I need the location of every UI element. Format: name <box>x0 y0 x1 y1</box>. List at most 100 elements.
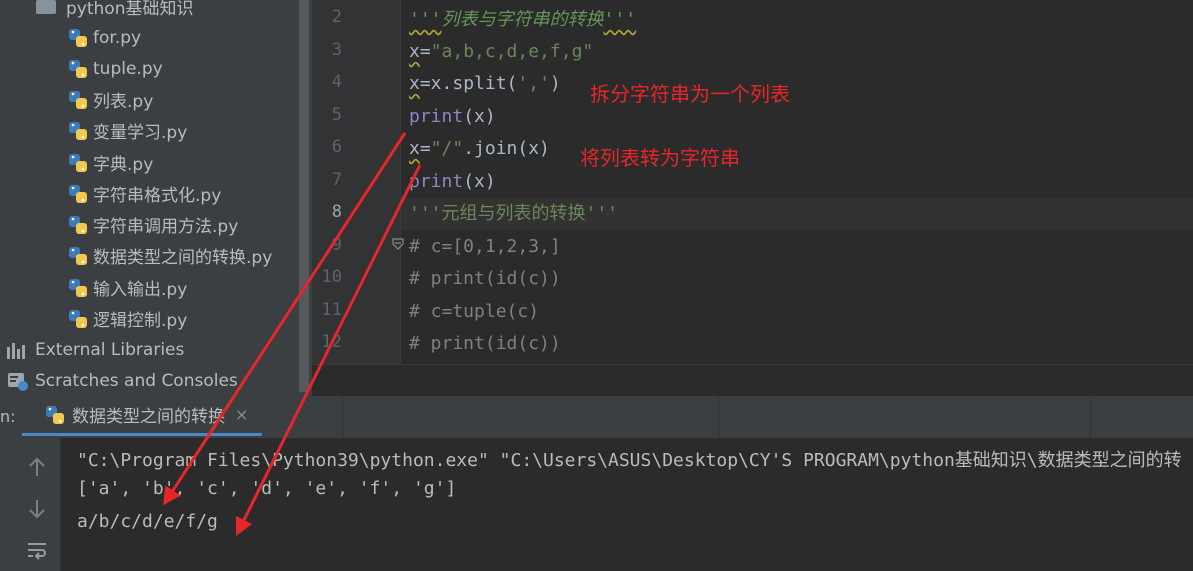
file-label: 数据类型之间的转换.py <box>93 248 273 268</box>
file-item[interactable]: 列表.py <box>67 84 153 115</box>
line-number: 10 <box>321 267 342 287</box>
editor-breadcrumb-bar <box>312 364 1193 397</box>
fold-icon[interactable] <box>392 238 404 250</box>
line-number: 11 <box>321 300 342 320</box>
code-editor[interactable]: 2 3 4 5 6 7 8 9 10 11 12 '''列表与字符串的转换'''… <box>312 0 1193 364</box>
file-label: tuple.py <box>93 58 163 79</box>
file-item[interactable]: 逻辑控制.py <box>67 303 187 334</box>
python-icon <box>46 405 64 424</box>
libraries-icon <box>7 341 29 359</box>
code-line-8: '''元组与列表的转换''' <box>409 203 619 224</box>
code-token: (x) <box>463 106 496 127</box>
scratches-icon <box>8 372 28 391</box>
line-number: 12 <box>321 332 342 352</box>
docstring-text: 列表与字符串的转换 <box>441 9 604 30</box>
variable-token: x <box>409 73 420 94</box>
run-label: n: <box>0 407 16 426</box>
file-label: 字符串调用方法.py <box>93 217 239 237</box>
string-token: "a,b,c,d,e,f,g" <box>430 41 594 62</box>
scratches-node[interactable]: Scratches and Consoles <box>7 365 238 396</box>
file-label: for.py <box>93 27 142 48</box>
code-line-5: print(x) <box>409 101 496 133</box>
external-libraries-node[interactable]: External Libraries <box>7 334 184 365</box>
scratches-label: Scratches and Consoles <box>35 370 238 391</box>
python-file-icon <box>69 246 87 265</box>
operator-token: = <box>419 41 431 62</box>
tree-scrollbar[interactable] <box>299 0 309 392</box>
split-annotation: 拆分字符串为一个列表 <box>590 82 790 106</box>
file-item[interactable]: 变量学习.py <box>67 115 187 146</box>
run-toolbar <box>0 438 61 571</box>
console-line: ['a', 'b', 'c', 'd', 'e', 'f', 'g'] <box>77 478 457 499</box>
file-label: 字典.py <box>93 155 154 175</box>
code-line-2: '''列表与字符串的转换''' <box>409 4 636 36</box>
variable-token: x <box>409 41 420 62</box>
operator-token: = <box>419 138 431 159</box>
tab-divider <box>718 396 719 438</box>
code-line-3: x="a,b,c,d,e,f,g" <box>409 36 593 68</box>
python-file-icon <box>69 309 87 328</box>
folder-icon <box>36 0 56 14</box>
python-file-icon <box>69 184 87 203</box>
scroll-up-icon[interactable] <box>24 454 50 480</box>
file-item[interactable]: 字符串调用方法.py <box>67 209 238 240</box>
console-output[interactable]: "C:\Program Files\Python39\python.exe" "… <box>61 438 1193 571</box>
file-item[interactable]: 输入输出.py <box>67 272 187 303</box>
python-file-icon <box>69 59 87 78</box>
line-number: 5 <box>331 105 342 125</box>
code-token: ) <box>549 73 561 94</box>
console-line: a/b/c/d/e/f/g <box>77 511 218 532</box>
python-file-icon <box>69 121 87 140</box>
python-file-icon <box>69 278 87 297</box>
file-label: 输入输出.py <box>93 280 188 300</box>
file-item[interactable]: 字符串格式化.py <box>67 178 221 209</box>
python-file-icon <box>69 215 87 234</box>
folder-label: python基础知识 <box>66 0 194 19</box>
file-label: 字符串格式化.py <box>93 186 222 206</box>
tab-divider <box>1090 396 1091 438</box>
string-token: "/" <box>430 138 464 159</box>
file-item[interactable]: tuple.py <box>67 53 163 84</box>
close-tab-icon[interactable]: × <box>235 405 248 424</box>
file-item[interactable]: 字典.py <box>67 147 153 178</box>
docstring-quote: ''' <box>603 9 637 30</box>
console-line: "C:\Program Files\Python39\python.exe" "… <box>77 450 1182 471</box>
file-label: 逻辑控制.py <box>93 311 188 331</box>
file-label: 列表.py <box>93 92 154 112</box>
code-token: =x.split( <box>419 73 518 94</box>
file-label: 变量学习.py <box>93 123 188 143</box>
line-number: 3 <box>331 40 342 60</box>
file-item[interactable]: 数据类型之间的转换.py <box>67 240 272 271</box>
tab-divider <box>342 396 343 438</box>
variable-token: x <box>409 138 420 159</box>
line-number: 6 <box>331 137 342 157</box>
line-number-current: 8 <box>331 202 342 222</box>
run-tab[interactable]: 数据类型之间的转换 × <box>22 396 262 436</box>
line-number: 7 <box>331 170 342 190</box>
code-line-9: # c=[0,1,2,3,] <box>409 236 561 257</box>
code-token: (x) <box>463 171 496 192</box>
project-folder[interactable]: python基础知识 <box>36 0 193 22</box>
python-file-icon <box>69 28 87 47</box>
line-number: 9 <box>331 235 342 255</box>
scroll-down-icon[interactable] <box>24 496 50 522</box>
code-line-11: # c=tuple(c) <box>409 301 540 322</box>
file-item[interactable]: for.py <box>67 22 141 53</box>
docstring-quote: ''' <box>409 9 442 30</box>
python-file-icon <box>69 153 87 172</box>
soft-wrap-icon[interactable] <box>24 538 50 564</box>
code-line-6: x="/".join(x) <box>409 133 550 165</box>
code-line-7: print(x) <box>409 166 496 198</box>
python-file-icon <box>69 90 87 109</box>
project-panel: python基础知识 for.py tuple.py 列表.py 变量学习.py… <box>0 0 312 396</box>
external-libraries-label: External Libraries <box>35 339 185 360</box>
string-token: ',' <box>517 73 550 94</box>
line-number: 4 <box>331 72 342 92</box>
run-tab-title: 数据类型之间的转换 <box>72 407 225 427</box>
code-line-12: # print(id(c)) <box>409 333 561 354</box>
code-token: .join(x) <box>463 138 550 159</box>
code-line-10: # print(id(c)) <box>409 268 561 289</box>
run-tab-bar: n: 数据类型之间的转换 × <box>0 396 1193 439</box>
join-annotation: 将列表转为字符串 <box>580 146 740 170</box>
builtin-token: print <box>409 106 464 127</box>
